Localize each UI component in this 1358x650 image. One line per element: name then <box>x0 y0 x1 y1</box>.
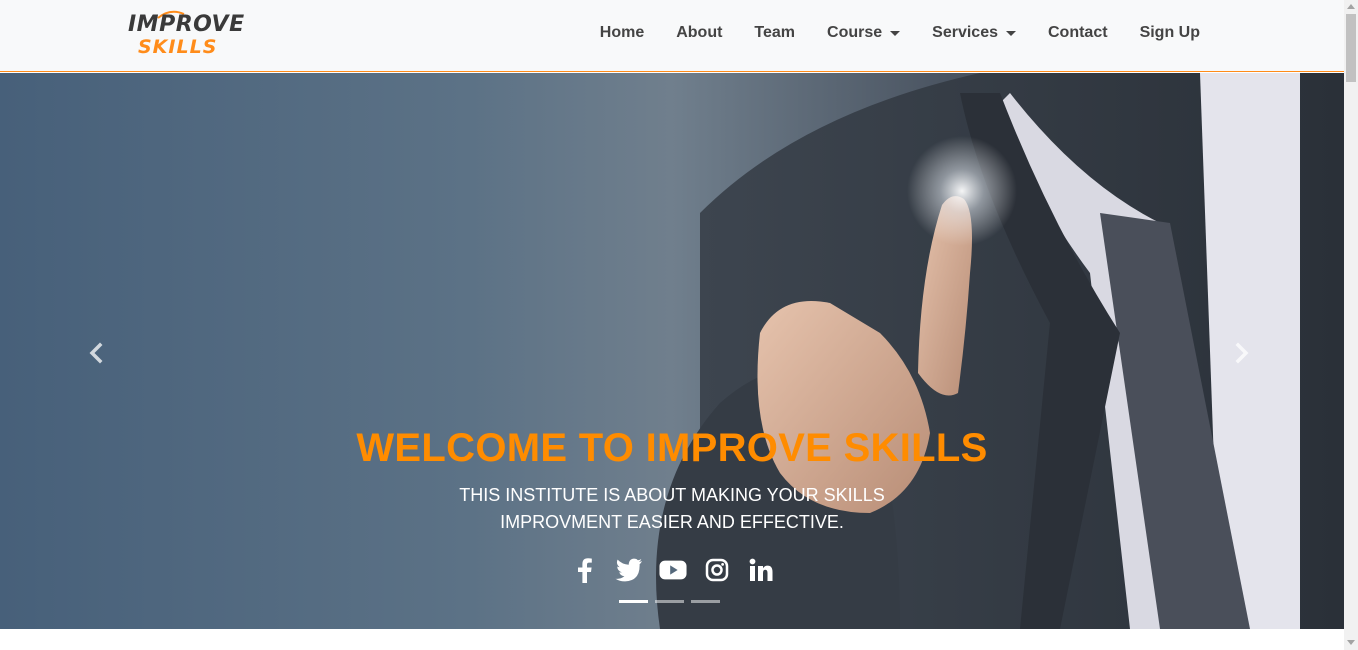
nav-signup-label: Sign Up <box>1139 24 1200 41</box>
twitter-link[interactable] <box>615 556 643 584</box>
hero-subtitle-line2: IMPROVMENT EASIER AND EFFECTIVE. <box>500 512 844 532</box>
scrollbar-thumb[interactable] <box>1346 14 1356 82</box>
youtube-icon <box>659 560 687 580</box>
nav-signup[interactable]: Sign Up <box>1124 24 1216 42</box>
youtube-link[interactable] <box>659 556 687 584</box>
nav-course-dropdown[interactable]: Course <box>811 24 916 42</box>
carousel-indicator-2[interactable] <box>655 600 684 603</box>
logo-text-top: IMPROVE <box>128 12 245 37</box>
chevron-left-icon <box>89 342 103 364</box>
hero-background-image <box>656 73 1344 629</box>
hero-subtitle-line1: THIS INSTITUTE IS ABOUT MAKING YOUR SKIL… <box>459 485 885 505</box>
linkedin-icon <box>749 558 773 581</box>
nav-services-dropdown[interactable]: Services <box>916 24 1032 42</box>
linkedin-link[interactable] <box>747 556 775 584</box>
carousel-indicators <box>619 600 720 603</box>
hero-carousel: WELCOME TO IMPROVE SKILLS THIS INSTITUTE… <box>0 73 1344 629</box>
page-scrollbar[interactable] <box>1344 0 1358 650</box>
nav-team[interactable]: Team <box>738 24 811 42</box>
nav-about[interactable]: About <box>660 24 738 42</box>
scroll-up-arrow-icon[interactable] <box>1347 4 1355 9</box>
instagram-icon <box>705 558 729 582</box>
nav-contact[interactable]: Contact <box>1032 24 1124 42</box>
logo-text-bottom: SKILLS <box>138 36 218 58</box>
page: IMPROVE SKILLS Home About Team Course Se… <box>0 0 1358 650</box>
brand-logo[interactable]: IMPROVE SKILLS <box>128 8 253 60</box>
caret-down-icon <box>890 30 901 36</box>
scroll-down-arrow-icon[interactable] <box>1347 640 1355 645</box>
hero-title: WELCOME TO IMPROVE SKILLS <box>356 426 988 470</box>
social-links <box>0 556 1344 584</box>
carousel-indicator-3[interactable] <box>691 600 720 603</box>
facebook-icon <box>578 558 592 583</box>
main-nav: Home About Team Course Services Contact … <box>584 0 1216 66</box>
nav-team-label: Team <box>754 24 796 41</box>
carousel-next-button[interactable] <box>1222 338 1262 368</box>
nav-course-label: Course <box>827 24 883 41</box>
navbar: IMPROVE SKILLS Home About Team Course Se… <box>0 0 1344 72</box>
nav-home-label: Home <box>599 24 645 41</box>
nav-contact-label: Contact <box>1048 24 1108 41</box>
caret-down-icon <box>1006 30 1016 36</box>
facebook-link[interactable] <box>571 556 599 584</box>
carousel-prev-button[interactable] <box>76 338 116 368</box>
nav-about-label: About <box>676 24 723 41</box>
twitter-icon <box>615 558 642 582</box>
chevron-right-icon <box>1235 342 1249 364</box>
nav-services-label: Services <box>932 24 998 41</box>
instagram-link[interactable] <box>703 556 731 584</box>
nav-home[interactable]: Home <box>584 24 660 42</box>
carousel-indicator-1[interactable] <box>619 600 648 603</box>
page-content: IMPROVE SKILLS Home About Team Course Se… <box>0 0 1344 650</box>
